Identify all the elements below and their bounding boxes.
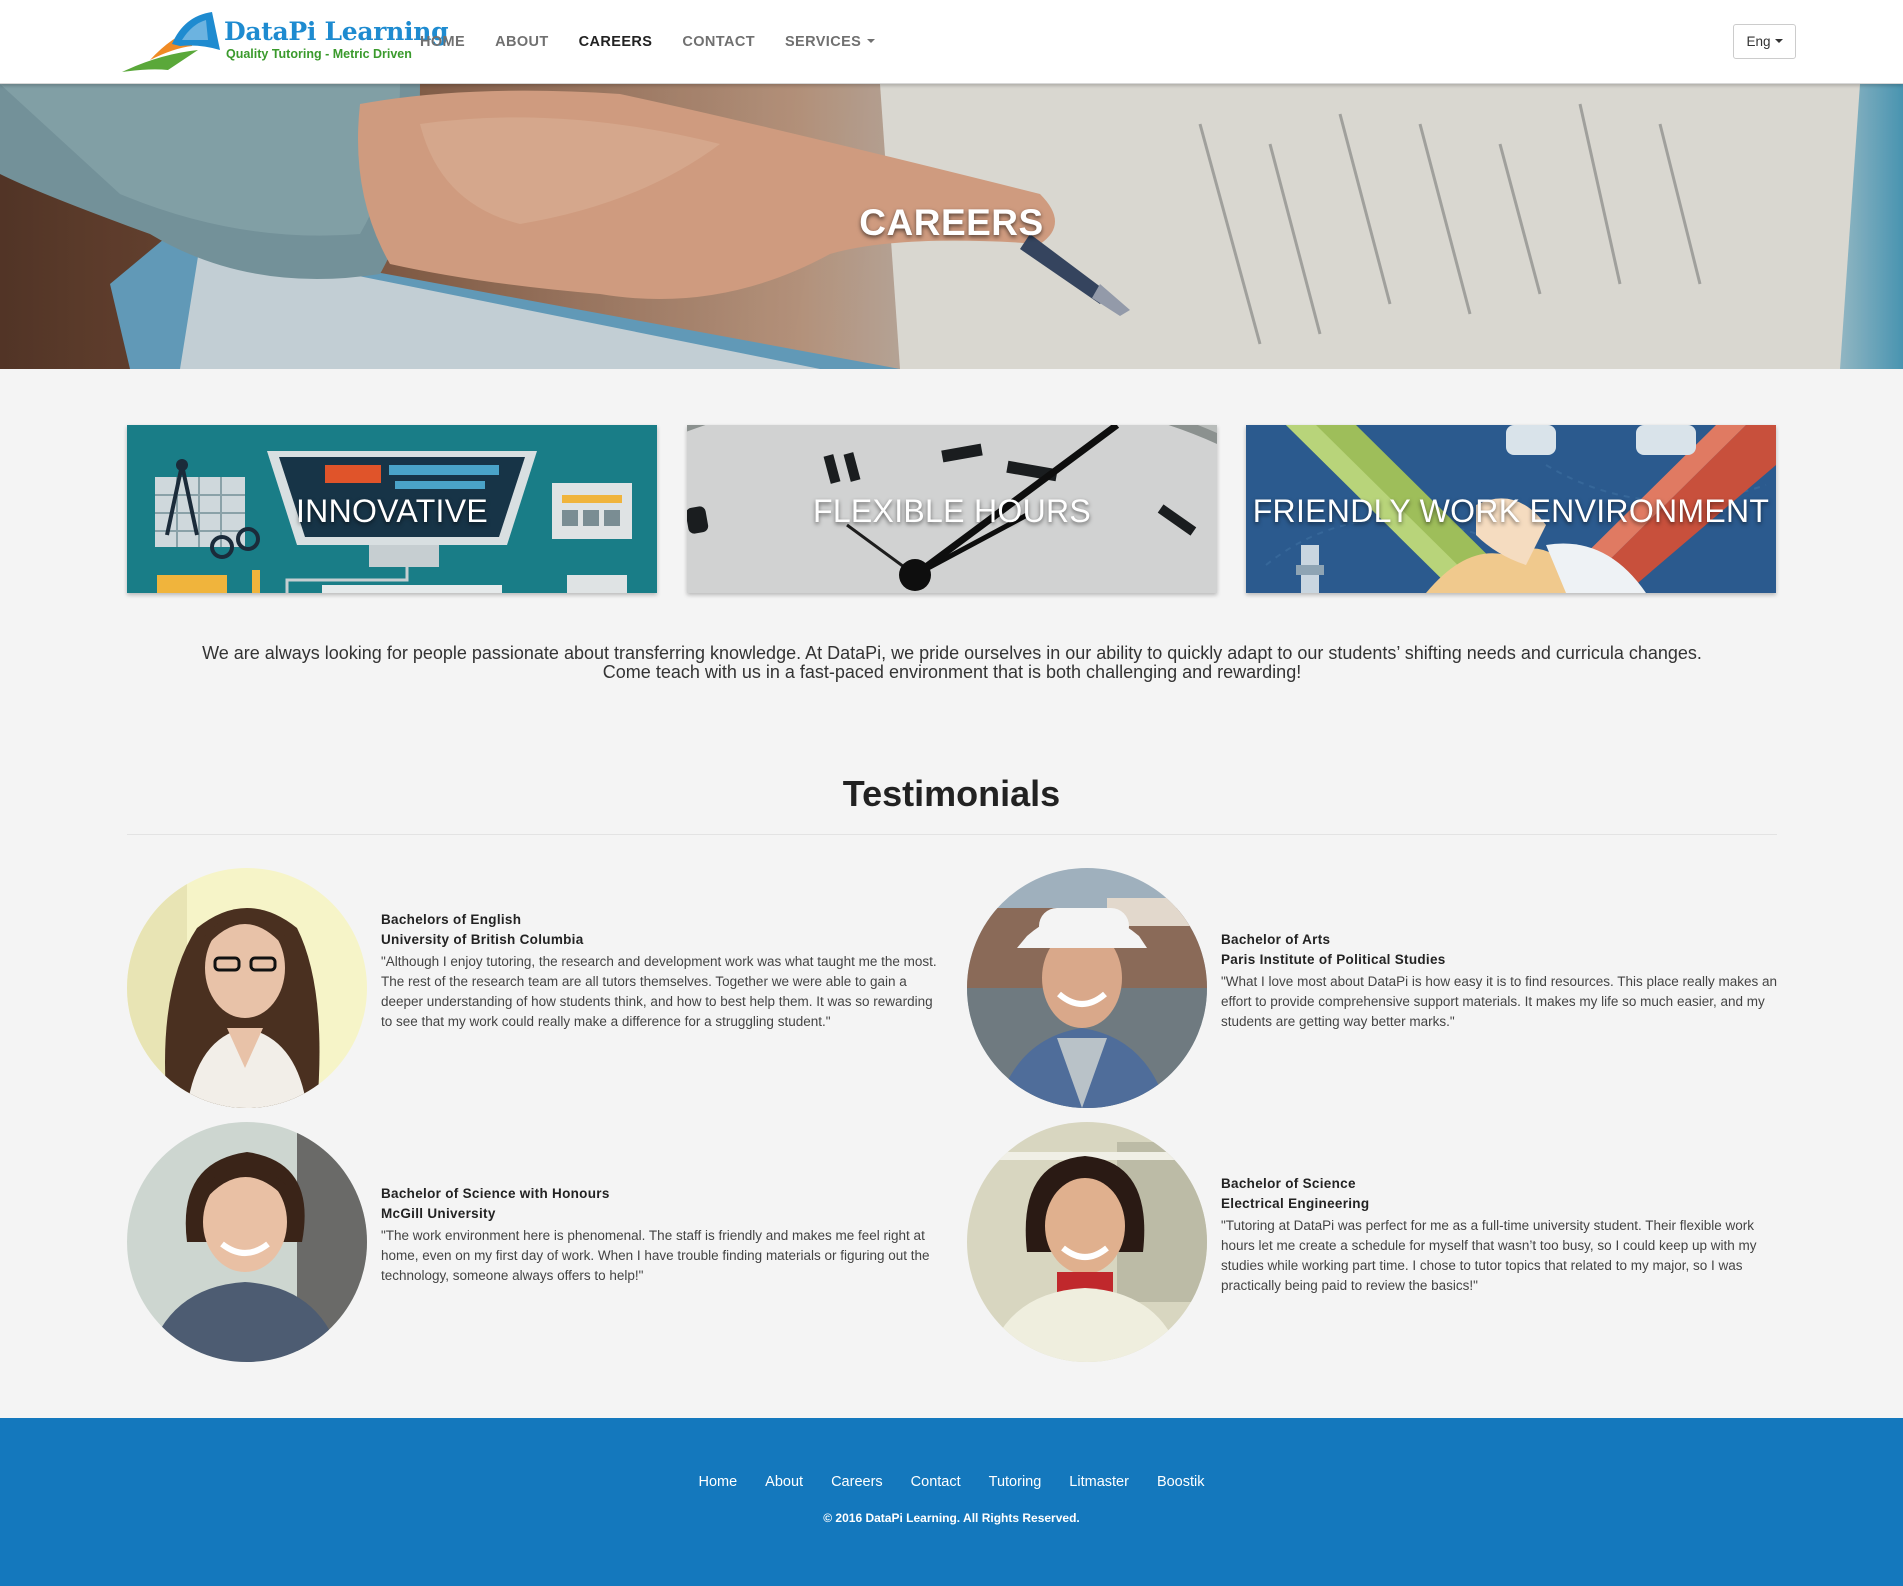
copyright-text: © 2016 DataPi Learning. All Rights Reser… xyxy=(823,1511,1080,1525)
careers-intro: We are always looking for people passion… xyxy=(127,644,1777,682)
nav-services-label: SERVICES xyxy=(784,34,862,50)
footer-nav: Home About Careers Contact Tutoring Litm… xyxy=(0,1474,1903,1490)
avatar xyxy=(967,1122,1207,1362)
testimonial-degree: Bachelor of Arts xyxy=(1221,932,1331,947)
tutor-photo xyxy=(127,1122,367,1362)
datapi-logo[interactable]: DataPi Learning Quality Tutoring - Metri… xyxy=(120,10,449,74)
logo-name: DataPi Learning xyxy=(224,17,449,46)
footer-link-careers[interactable]: Careers xyxy=(831,1474,883,1490)
testimonial-school: Paris Institute of Political Studies xyxy=(1221,952,1446,967)
tutor-photo xyxy=(967,868,1207,1108)
chevron-down-icon xyxy=(1774,38,1783,43)
feature-card-innovative: INNOVATIVE xyxy=(127,425,657,593)
testimonial-degree: Bachelor of Science xyxy=(1221,1176,1356,1191)
nav-home[interactable]: HOME xyxy=(420,34,465,50)
avatar xyxy=(127,868,367,1108)
chevron-down-icon xyxy=(867,39,876,44)
tutor-photo xyxy=(127,868,367,1108)
testimonial-school: Electrical Engineering xyxy=(1221,1196,1370,1211)
footer-link-boostik[interactable]: Boostik xyxy=(1157,1474,1205,1490)
intro-line-2: Come teach with us in a fast-paced envir… xyxy=(602,662,1302,682)
hero-banner: CAREERS xyxy=(0,84,1903,369)
testimonial-body: Bachelor of Science with Honours McGill … xyxy=(381,1184,941,1286)
nav-contact[interactable]: CONTACT xyxy=(682,34,755,50)
testimonial-school: University of British Columbia xyxy=(381,932,584,947)
nav-services[interactable]: SERVICES xyxy=(784,34,876,50)
logo-mark-icon xyxy=(122,12,220,72)
page-title: CAREERS xyxy=(859,202,1044,243)
site-footer: Home About Careers Contact Tutoring Litm… xyxy=(0,1418,1903,1586)
testimonials-heading: Testimonials xyxy=(842,773,1061,814)
testimonial-degree: Bachelor of Science with Honours xyxy=(381,1186,610,1201)
avatar xyxy=(967,868,1207,1108)
avatar xyxy=(127,1122,367,1362)
tutor-photo xyxy=(967,1122,1207,1362)
testimonial-quote: "Although I enjoy tutoring, the research… xyxy=(381,954,937,1029)
intro-line-1: We are always looking for people passion… xyxy=(202,643,1702,663)
section-divider xyxy=(127,834,1777,835)
testimonial-quote: "Tutoring at DataPi was perfect for me a… xyxy=(1221,1218,1757,1293)
footer-link-tutoring[interactable]: Tutoring xyxy=(989,1474,1042,1490)
footer-link-litmaster[interactable]: Litmaster xyxy=(1069,1474,1129,1490)
nav-careers[interactable]: CAREERS xyxy=(579,34,653,50)
language-dropdown[interactable]: Eng xyxy=(1733,24,1796,59)
testimonial-quote: "The work environment here is phenomenal… xyxy=(381,1228,930,1283)
logo-tagline: Quality Tutoring - Metric Driven xyxy=(226,47,412,61)
language-label: Eng xyxy=(1746,34,1771,49)
testimonial-quote: "What I love most about DataPi is how ea… xyxy=(1221,974,1778,1029)
nav-about[interactable]: ABOUT xyxy=(495,34,549,50)
feature-label: FRIENDLY WORK ENVIRONMENT xyxy=(1252,493,1770,529)
feature-card-friendly-environment: FRIENDLY WORK ENVIRONMENT xyxy=(1246,425,1776,593)
footer-link-about[interactable]: About xyxy=(765,1474,803,1490)
top-navbar: DataPi Learning Quality Tutoring - Metri… xyxy=(0,0,1903,84)
testimonial-degree: Bachelors of English xyxy=(381,912,522,927)
feature-card-flexible-hours: FLEXIBLE HOURS xyxy=(687,425,1217,593)
testimonial-school: McGill University xyxy=(381,1206,496,1221)
testimonial-body: Bachelor of Arts Paris Institute of Poli… xyxy=(1221,930,1781,1032)
footer-link-contact[interactable]: Contact xyxy=(911,1474,961,1490)
feature-label: FLEXIBLE HOURS xyxy=(812,493,1092,529)
testimonial-body: Bachelor of Science Electrical Engineeri… xyxy=(1221,1174,1781,1296)
testimonial-body: Bachelors of English University of Briti… xyxy=(381,910,941,1032)
main-nav: HOME ABOUT CAREERS CONTACT SERVICES xyxy=(420,0,905,84)
feature-label: INNOVATIVE xyxy=(295,493,489,529)
footer-link-home[interactable]: Home xyxy=(698,1474,737,1490)
